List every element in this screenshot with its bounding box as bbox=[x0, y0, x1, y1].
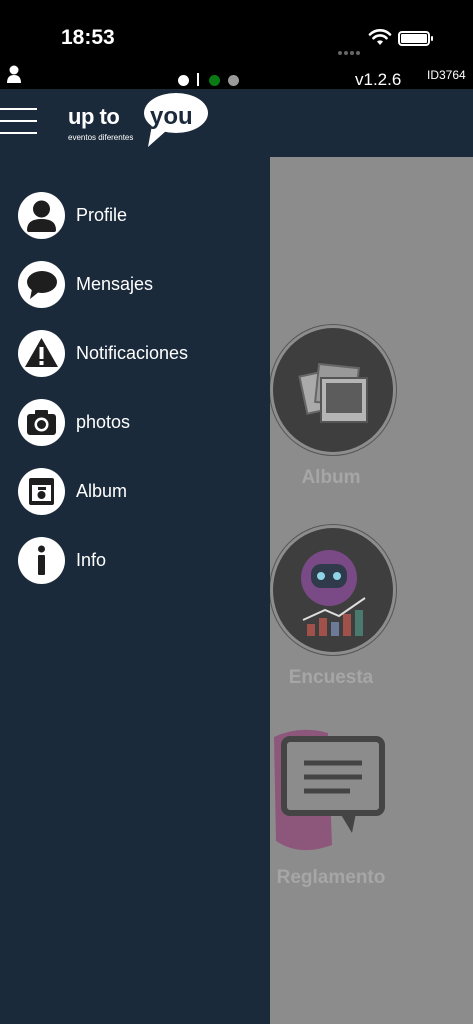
menu-item-profile[interactable]: Profile bbox=[18, 192, 270, 240]
logo-text-you: you bbox=[150, 103, 193, 130]
album-icon bbox=[18, 468, 65, 515]
robot-chart-icon bbox=[270, 525, 396, 655]
indicator-green bbox=[209, 75, 220, 86]
menu-item-mensajes[interactable]: Mensajes bbox=[18, 261, 270, 309]
status-bar: 18:53 bbox=[0, 0, 473, 62]
menu-hamburger-icon[interactable] bbox=[0, 108, 37, 134]
menu-item-notificaciones[interactable]: Notificaciones bbox=[18, 330, 270, 378]
device-id: ID3764 bbox=[427, 68, 466, 82]
tile-label-reglamento: Reglamento bbox=[276, 867, 386, 888]
menu-item-info[interactable]: Info bbox=[18, 537, 270, 585]
menu-label-album: Album bbox=[76, 481, 128, 501]
chat-bubble-icon bbox=[18, 261, 65, 308]
photos-stack-icon bbox=[270, 325, 396, 455]
app-logo: up to you eventos diferentes bbox=[68, 91, 214, 151]
info-bar: v1.2.6 ID3764 bbox=[0, 62, 473, 89]
tile-label-album: Album bbox=[301, 467, 361, 488]
logo-text-up-to: up to bbox=[68, 104, 120, 129]
document-chat-icon bbox=[274, 729, 385, 851]
camera-icon bbox=[18, 399, 65, 446]
profile-icon bbox=[18, 192, 65, 239]
menu-label-photos: photos bbox=[76, 412, 131, 432]
warning-icon bbox=[18, 330, 65, 377]
indicator-white bbox=[178, 75, 189, 86]
menu-label-info: Info bbox=[76, 550, 107, 570]
app-version: v1.2.6 bbox=[355, 70, 402, 89]
info-icon bbox=[18, 537, 65, 584]
indicator-separator bbox=[197, 73, 199, 86]
logo-tagline: eventos diferentes bbox=[68, 133, 134, 142]
main-content-overlay[interactable]: Album Encuesta Reglamento bbox=[270, 157, 473, 1024]
indicator-grey bbox=[228, 75, 239, 86]
tile-label-encuesta: Encuesta bbox=[288, 667, 374, 688]
wifi-icon bbox=[368, 29, 392, 45]
menu-item-photos[interactable]: photos bbox=[18, 399, 270, 447]
app-header: up to you eventos diferentes bbox=[0, 89, 473, 157]
side-drawer: Profile Mensajes Notificaciones photos A… bbox=[0, 157, 270, 1024]
battery-icon bbox=[398, 31, 433, 46]
status-time: 18:53 bbox=[61, 26, 115, 49]
menu-label-notificaciones: Notificaciones bbox=[76, 343, 189, 363]
cellular-signal-icon bbox=[338, 42, 364, 55]
menu-item-album[interactable]: Album bbox=[18, 468, 270, 516]
user-status-icon bbox=[7, 65, 21, 83]
menu-label-mensajes: Mensajes bbox=[76, 274, 154, 294]
menu-label-profile: Profile bbox=[76, 205, 128, 225]
